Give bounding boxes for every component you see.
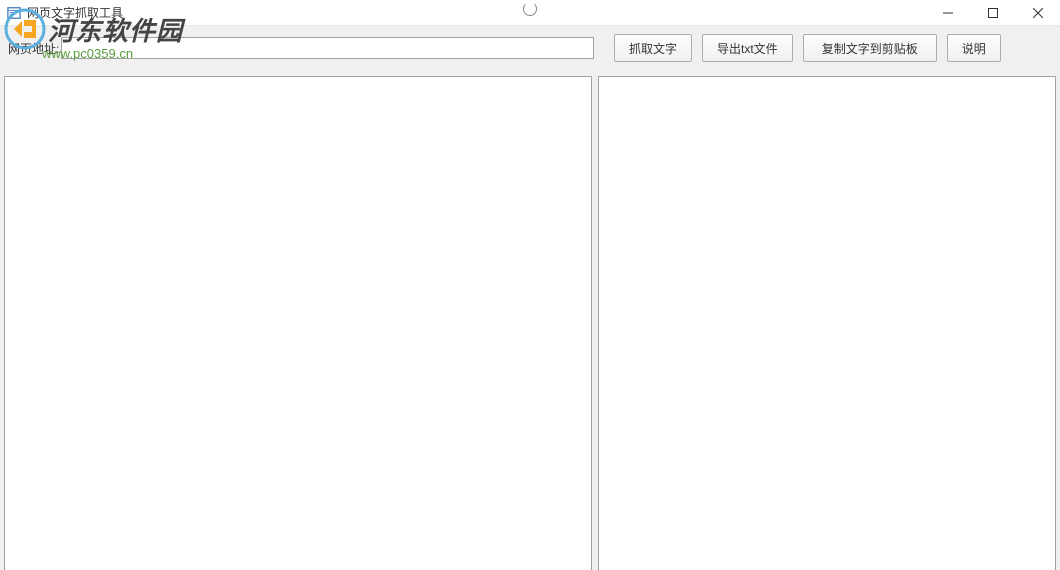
url-section: 网页地址: [4, 37, 594, 59]
app-icon [6, 5, 22, 21]
export-txt-button[interactable]: 导出txt文件 [702, 34, 793, 62]
window-title: 网页文字抓取工具 [27, 4, 123, 21]
url-label: 网页地址: [4, 40, 59, 57]
window-titlebar: 网页文字抓取工具 [0, 0, 1060, 26]
webpage-panel[interactable] [4, 76, 592, 570]
spinner-icon [523, 2, 537, 16]
grab-text-button[interactable]: 抓取文字 [614, 34, 692, 62]
close-button[interactable] [1015, 0, 1060, 26]
loading-indicator [523, 2, 537, 16]
content-area [0, 70, 1060, 570]
toolbar: 网页地址: 抓取文字 导出txt文件 复制文字到剪贴板 说明 [0, 26, 1060, 70]
maximize-button[interactable] [970, 0, 1015, 26]
button-section: 抓取文字 导出txt文件 复制文字到剪贴板 说明 [604, 34, 1056, 62]
copy-clipboard-button[interactable]: 复制文字到剪贴板 [803, 34, 937, 62]
minimize-button[interactable] [925, 0, 970, 26]
text-output-panel[interactable] [598, 76, 1056, 570]
url-input[interactable] [61, 37, 594, 59]
titlebar-left: 网页文字抓取工具 [0, 4, 123, 21]
help-button[interactable]: 说明 [947, 34, 1001, 62]
window-controls [925, 0, 1060, 25]
